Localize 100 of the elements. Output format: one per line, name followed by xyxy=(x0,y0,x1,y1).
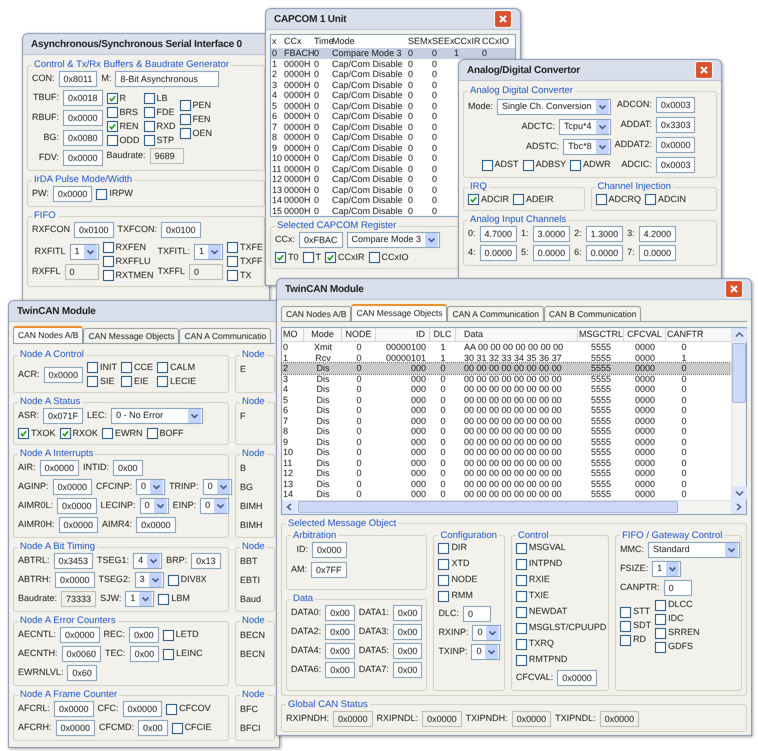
dropdown[interactable]: Compare Mode 3 xyxy=(346,232,440,248)
checkbox[interactable] xyxy=(102,428,114,439)
input-field[interactable]: 0x00 xyxy=(138,720,168,736)
input-field[interactable]: 0x0000 xyxy=(57,498,97,514)
input-field[interactable]: 0x0000 xyxy=(63,110,103,126)
table-row[interactable]: 7 0000H 0 Cap/Com Disable 0 0 xyxy=(271,122,453,132)
input-field[interactable]: 0x8011 xyxy=(58,71,98,87)
checkbox[interactable] xyxy=(158,594,170,604)
input-field[interactable]: 0x0000 xyxy=(557,670,597,686)
input-field[interactable]: 0x0000 xyxy=(656,137,696,153)
table-row[interactable]: 14 Dis 0 000 0 00 00 00 00 00 00 00 00 5555 0000 0 xyxy=(282,489,731,500)
input-field[interactable]: 0x0003 xyxy=(656,97,696,113)
input-field[interactable]: 0x0000 xyxy=(54,701,94,717)
checkbox[interactable] xyxy=(516,558,527,570)
input-field[interactable]: 0x00 xyxy=(325,624,355,640)
checkbox[interactable] xyxy=(168,574,179,586)
checkbox[interactable] xyxy=(620,634,632,646)
checkbox[interactable] xyxy=(87,362,98,373)
table-row[interactable]: 10 Dis 0 000 0 00 00 00 00 00 00 00 00 5555 0000 0 xyxy=(282,447,731,458)
checkbox[interactable] xyxy=(227,242,238,253)
input-field[interactable]: 0x0000 xyxy=(52,186,92,202)
table-row[interactable]: 8 Dis 0 000 0 00 00 00 00 00 00 00 00 5555 0000 0 xyxy=(282,426,731,436)
checkbox[interactable] xyxy=(596,194,606,205)
input-field[interactable]: 0x00 xyxy=(392,662,422,678)
tab[interactable]: CAN Nodes A/B xyxy=(13,326,84,343)
checkbox[interactable] xyxy=(144,107,155,118)
checkbox[interactable] xyxy=(144,93,155,104)
checkbox[interactable] xyxy=(655,614,666,624)
checkbox[interactable] xyxy=(302,252,314,263)
checkbox[interactable] xyxy=(368,252,380,263)
input-field[interactable]: 0 xyxy=(462,606,491,622)
dropdown[interactable]: 0 xyxy=(202,479,232,495)
input-field[interactable]: 0x0018 xyxy=(63,90,103,106)
checkbox[interactable] xyxy=(482,160,493,170)
tab[interactable]: CAN Message Objects xyxy=(351,304,448,321)
input-field[interactable]: 0x0000 xyxy=(44,366,84,382)
checkbox[interactable] xyxy=(655,600,666,610)
dropdown[interactable]: Standard xyxy=(648,542,740,558)
input-field[interactable]: 0.0000 xyxy=(480,245,518,261)
table-row[interactable]: 14 0000H 0 Cap/Com Disable 0 0 xyxy=(271,195,453,206)
input-field[interactable]: 0x0003 xyxy=(656,157,696,173)
checkbox[interactable] xyxy=(227,256,238,267)
input-field[interactable]: 0x00 xyxy=(325,643,355,659)
checkbox[interactable] xyxy=(516,542,527,554)
checkbox[interactable] xyxy=(438,558,450,570)
checkbox[interactable] xyxy=(144,121,155,132)
tab[interactable]: CAN B Communication xyxy=(544,306,642,321)
input-field[interactable]: 0x0000 xyxy=(122,701,162,717)
table-row[interactable]: 12 Dis 0 000 0 00 00 00 00 00 00 00 00 5555 0000 0 xyxy=(282,468,731,478)
table-row[interactable]: 7 Dis 0 000 0 00 00 00 00 00 00 00 00 5555 0000 0 xyxy=(282,416,731,426)
dropdown[interactable]: 1 xyxy=(125,591,154,607)
checkbox[interactable] xyxy=(106,107,118,118)
table-row[interactable]: 8 0000H 0 Cap/Com Disable 0 0 xyxy=(271,132,453,142)
checkbox[interactable] xyxy=(172,722,183,734)
checkbox[interactable] xyxy=(570,160,582,170)
checkbox[interactable] xyxy=(87,376,98,387)
checkbox[interactable] xyxy=(645,194,656,205)
checkbox[interactable] xyxy=(166,704,178,714)
checkbox[interactable] xyxy=(163,648,174,660)
dropdown[interactable]: Tcpu*4 xyxy=(559,118,611,134)
dropdown[interactable]: 1 xyxy=(194,244,224,260)
tab[interactable]: CAN Nodes A/B xyxy=(281,306,352,321)
tab[interactable]: CAN A Communication xyxy=(447,306,544,321)
table-row[interactable]: 9 0000H 0 Cap/Com Disable 0 0 xyxy=(271,142,453,153)
checkbox[interactable] xyxy=(102,270,114,281)
input-field[interactable]: 0x60 xyxy=(67,665,97,681)
checkbox[interactable] xyxy=(516,638,527,650)
checkbox[interactable] xyxy=(146,428,158,439)
checkbox[interactable] xyxy=(438,574,450,586)
checkbox[interactable] xyxy=(513,194,524,205)
checkbox[interactable] xyxy=(96,188,108,200)
tab[interactable]: CAN Message Objects xyxy=(83,328,180,343)
input-field[interactable]: 4.7000 xyxy=(480,226,518,242)
checkbox[interactable] xyxy=(144,135,155,146)
dropdown[interactable]: 1 xyxy=(70,244,99,260)
dropdown[interactable]: 0 xyxy=(472,624,502,640)
input-field[interactable]: 0x0000 xyxy=(40,460,80,476)
table-row[interactable]: 4 0000H 0 Cap/Com Disable 0 0 xyxy=(271,90,453,100)
input-field[interactable]: 0x000 xyxy=(312,542,347,558)
input-field[interactable]: 0x0000 xyxy=(55,572,95,588)
checkbox[interactable] xyxy=(121,376,132,387)
table-row[interactable]: 2 0000H 0 Cap/Com Disable 0 0 xyxy=(271,69,453,80)
checkbox[interactable] xyxy=(620,620,632,632)
checkbox[interactable] xyxy=(275,252,286,263)
table-row[interactable]: 5 Dis 0 000 0 00 00 00 00 00 00 00 00 5555 0000 0 xyxy=(282,394,731,405)
table-row[interactable]: 0 Xmit 0 00000100 1 AA 00 00 00 00 00 00 00 5555 0000 0 xyxy=(282,342,731,352)
checkbox[interactable] xyxy=(516,606,527,618)
input-field[interactable]: 8-Bit Asynchronous xyxy=(115,71,220,87)
input-field[interactable]: 0x0000 xyxy=(58,517,98,533)
checkbox[interactable] xyxy=(162,630,174,640)
checkbox[interactable] xyxy=(620,606,632,618)
checkbox[interactable] xyxy=(468,194,479,205)
close-button[interactable] xyxy=(494,10,512,28)
checkbox[interactable] xyxy=(180,128,191,139)
input-field[interactable]: 0x0100 xyxy=(161,222,201,238)
checkbox[interactable] xyxy=(227,270,238,281)
input-field[interactable]: 4.2000 xyxy=(638,226,676,242)
input-field[interactable]: 0x3453 xyxy=(54,553,94,569)
input-field[interactable]: 3.0000 xyxy=(532,226,570,242)
input-field[interactable]: 0x0000 xyxy=(56,720,96,736)
